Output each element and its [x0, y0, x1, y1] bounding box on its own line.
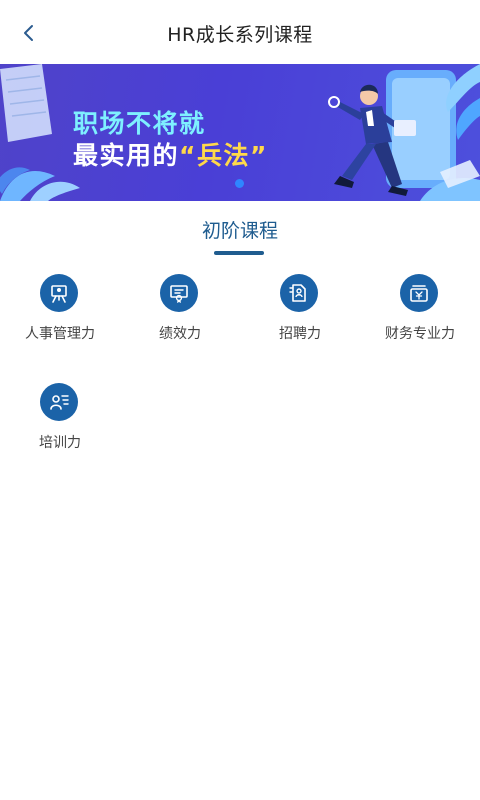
personnel-board-icon: [40, 274, 78, 312]
course-finance[interactable]: 财务专业力: [360, 274, 480, 364]
page-title: HR成长系列课程: [167, 24, 313, 46]
course-training[interactable]: 培训力: [0, 383, 120, 473]
course-label: 人事管理力: [25, 326, 95, 342]
course-recruitment[interactable]: 招聘力: [240, 274, 360, 364]
section-title: 初阶课程: [201, 220, 278, 242]
finance-icon: [400, 274, 438, 312]
promo-banner[interactable]: 职场不将就 最实用的“兵法”: [0, 64, 480, 201]
carousel-indicator-dot[interactable]: [235, 179, 244, 188]
course-performance[interactable]: 绩效力: [120, 274, 240, 364]
course-label: 财务专业力: [385, 326, 455, 342]
course-personnel-management[interactable]: 人事管理力: [0, 274, 120, 364]
banner-headline: 职场不将就: [73, 109, 206, 138]
course-label: 绩效力: [159, 326, 201, 342]
banner-subheadline-prefix: 最实用的: [73, 141, 180, 170]
banner-subheadline: 最实用的“兵法”: [73, 136, 268, 172]
top-navigation-bar: HR成长系列课程: [0, 0, 480, 64]
course-label: 培训力: [39, 435, 81, 451]
trainer-icon: [40, 383, 78, 421]
recruit-document-icon: [280, 274, 318, 312]
banner-subheadline-highlight: “兵法”: [179, 141, 268, 170]
course-label: 招聘力: [279, 326, 321, 342]
section-title-underline: [214, 251, 264, 255]
certificate-icon: [160, 274, 198, 312]
